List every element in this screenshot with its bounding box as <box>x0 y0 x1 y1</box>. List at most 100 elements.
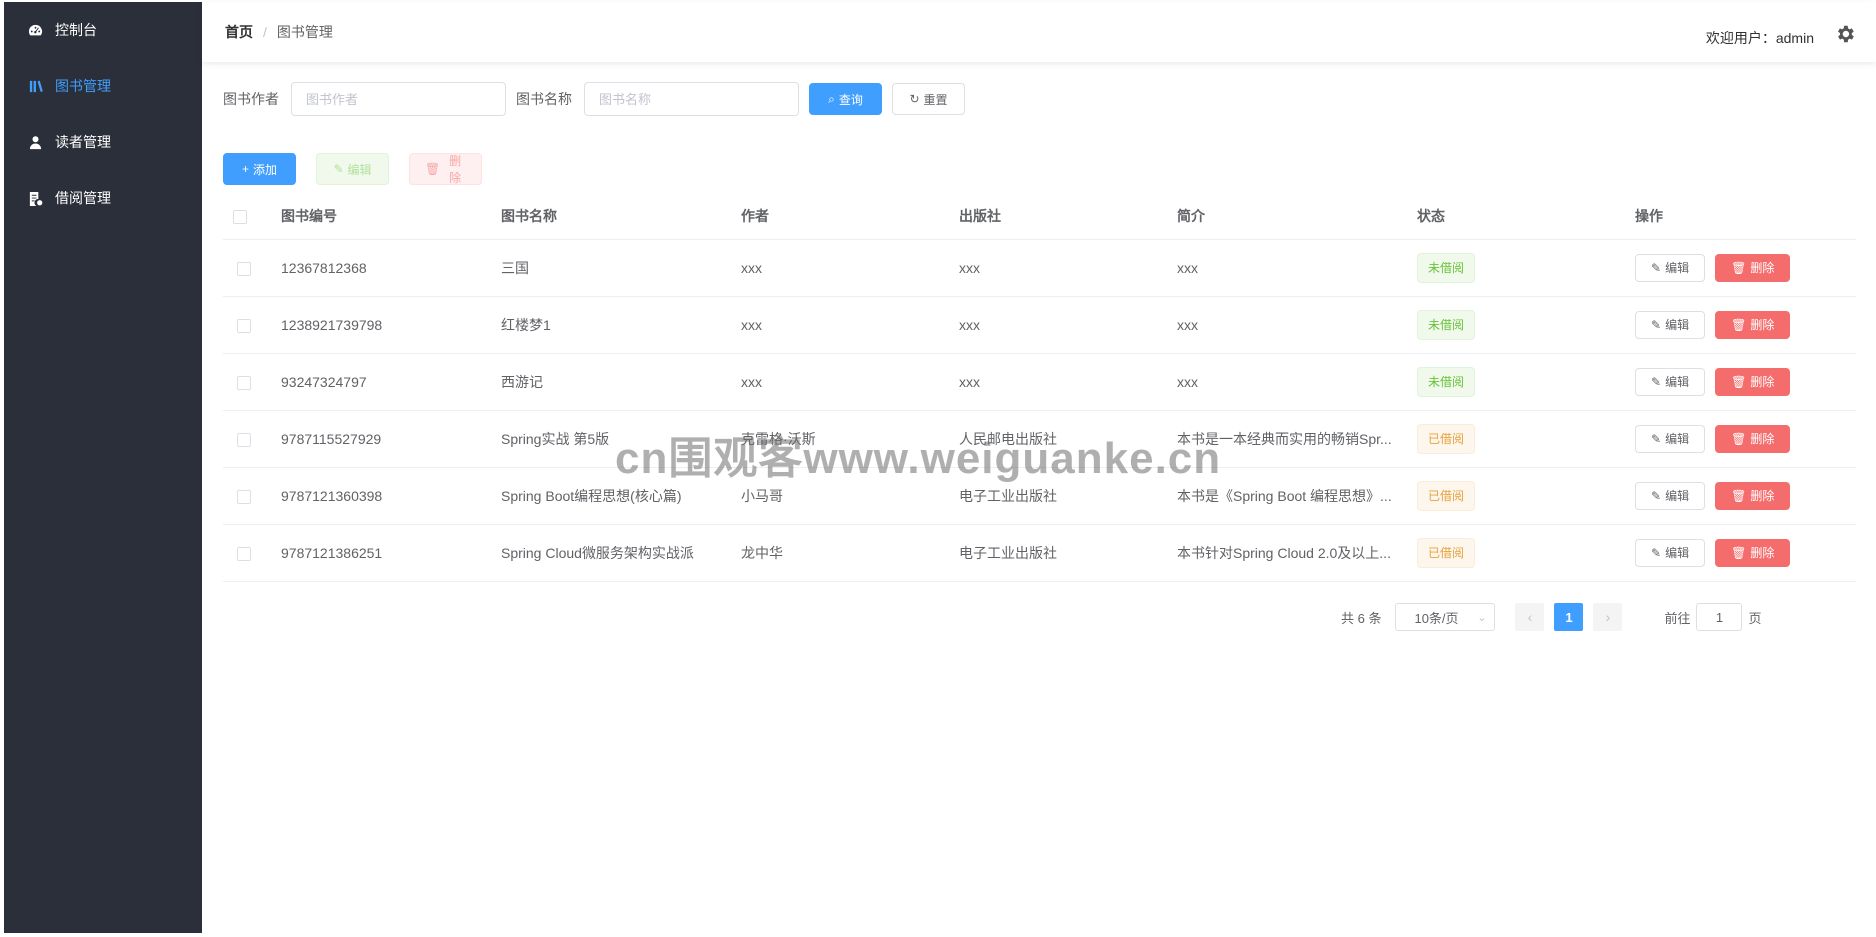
chevron-down-icon: ⌄ <box>1477 611 1487 624</box>
edit-icon: ✎ <box>1651 431 1662 446</box>
column-header: 图书编号 <box>281 193 501 240</box>
cell-status: 已借阅 <box>1417 410 1635 468</box>
batch-edit-button[interactable]: ✎ 编辑 <box>316 153 389 185</box>
cell-intro: xxx <box>1177 296 1417 354</box>
row-delete-label: 删除 <box>1750 489 1775 503</box>
trash-icon: 🗑 <box>1731 545 1747 560</box>
cell-book-id: 9787115527929 <box>281 410 501 468</box>
trash-icon: 🗑 <box>1731 374 1747 389</box>
jump-prefix: 前往 <box>1664 610 1691 626</box>
query-button[interactable]: ⌕ 查询 <box>809 83 882 115</box>
row-actions: ✎ 编辑 🗑 删除 <box>1635 424 1856 453</box>
row-checkbox[interactable] <box>237 261 251 276</box>
row-select-cell <box>223 524 281 582</box>
column-header: 出版社 <box>959 193 1177 240</box>
row-select-cell <box>223 239 281 297</box>
gear-icon[interactable] <box>1834 23 1856 45</box>
cell-publisher: 人民邮电出版社 <box>959 410 1177 468</box>
pagination: 共 6 条 10条/页 ⌄ ‹ 1 › 前往 页 <box>1341 603 1762 631</box>
author-label: 图书作者 <box>223 91 279 107</box>
batch-edit-button-label: 编辑 <box>347 162 372 177</box>
cell-publisher: 电子工业出版社 <box>959 524 1177 582</box>
intro-text: xxx <box>1177 316 1198 333</box>
row-edit-button[interactable]: ✎ 编辑 <box>1635 253 1706 282</box>
reset-button[interactable]: ↻ 重置 <box>892 83 965 115</box>
column-header: 作者 <box>741 193 959 240</box>
row-edit-button[interactable]: ✎ 编辑 <box>1635 481 1706 510</box>
row-actions: ✎ 编辑 🗑 删除 <box>1635 310 1856 339</box>
cell-intro: xxx <box>1177 353 1417 411</box>
author-search-input[interactable] <box>291 82 506 116</box>
book-icon <box>26 77 44 95</box>
sidebar-item-borrow[interactable]: 借阅管理 <box>4 170 202 226</box>
cell-publisher: xxx <box>959 239 1177 297</box>
sidebar-item-readers[interactable]: 读者管理 <box>4 114 202 170</box>
status-badge: 未借阅 <box>1417 309 1476 340</box>
welcome-user-text: 欢迎用户：admin <box>1705 30 1814 46</box>
dashboard-icon <box>26 21 44 39</box>
table-row: 9787121386251 Spring Cloud微服务架构实战派 龙中华 电… <box>223 524 1856 582</box>
cell-publisher: xxx <box>959 353 1177 411</box>
row-checkbox[interactable] <box>237 318 251 333</box>
row-edit-button[interactable]: ✎ 编辑 <box>1635 310 1706 339</box>
table-row: 9787121360398 Spring Boot编程思想(核心篇) 小马哥 电… <box>223 467 1856 525</box>
row-edit-button[interactable]: ✎ 编辑 <box>1635 424 1706 453</box>
column-header: 操作 <box>1635 193 1856 240</box>
cell-book-name: 三国 <box>501 239 741 297</box>
row-checkbox[interactable] <box>237 489 251 504</box>
row-delete-button[interactable]: 🗑 删除 <box>1715 424 1791 453</box>
page-jump-input[interactable] <box>1696 603 1743 631</box>
reset-button-label: 重置 <box>923 92 948 107</box>
row-checkbox[interactable] <box>237 375 251 390</box>
add-button[interactable]: + 添加 <box>223 153 296 185</box>
sidebar-item-books[interactable]: 图书管理 <box>4 58 202 114</box>
cell-publisher: xxx <box>959 296 1177 354</box>
row-checkbox[interactable] <box>237 432 251 447</box>
row-edit-button[interactable]: ✎ 编辑 <box>1635 538 1706 567</box>
action-toolbar: + 添加 ✎ 编辑 🗑 删除 <box>223 153 482 185</box>
cell-author: xxx <box>741 239 959 297</box>
chevron-right-icon: › <box>1605 609 1611 625</box>
table-row: 93247324797 西游记 xxx xxx xxx 未借阅 ✎ 编辑 🗑 删除 <box>223 353 1856 411</box>
prev-page-button[interactable]: ‹ <box>1515 603 1545 631</box>
page-number-button[interactable]: 1 <box>1554 603 1584 631</box>
edit-icon: ✎ <box>1651 545 1662 560</box>
batch-delete-button[interactable]: 🗑 删除 <box>409 153 482 185</box>
row-checkbox[interactable] <box>237 546 251 561</box>
jump-suffix: 页 <box>1748 610 1762 626</box>
edit-icon: ✎ <box>1651 317 1662 332</box>
sidebar: 控制台 图书管理 读者管理 借阅管理 <box>4 2 202 933</box>
cell-status: 已借阅 <box>1417 524 1635 582</box>
top-header: 首页 / 图书管理 欢迎用户：admin <box>202 2 1876 62</box>
cell-actions: ✎ 编辑 🗑 删除 <box>1635 296 1856 354</box>
column-header: 简介 <box>1177 193 1417 240</box>
row-delete-button[interactable]: 🗑 删除 <box>1715 538 1791 567</box>
cell-book-id: 93247324797 <box>281 353 501 411</box>
edit-icon: ✎ <box>333 162 344 176</box>
row-edit-button[interactable]: ✎ 编辑 <box>1635 367 1706 396</box>
row-edit-label: 编辑 <box>1665 375 1690 389</box>
row-select-cell <box>223 467 281 525</box>
select-all-checkbox[interactable] <box>233 209 247 224</box>
table-header-row: 图书编号 图书名称 作者 出版社 简介 状态 操作 <box>223 193 1856 240</box>
column-header: 状态 <box>1417 193 1635 240</box>
cell-author: xxx <box>741 353 959 411</box>
page-size-select[interactable]: 10条/页 ⌄ <box>1395 603 1496 631</box>
row-delete-button[interactable]: 🗑 删除 <box>1715 367 1791 396</box>
breadcrumb-home[interactable]: 首页 <box>225 22 253 42</box>
table-body: 12367812368 三国 xxx xxx xxx 未借阅 ✎ 编辑 🗑 删除 1… <box>223 239 1856 582</box>
row-edit-label: 编辑 <box>1665 318 1690 332</box>
sidebar-item-dashboard[interactable]: 控制台 <box>4 2 202 58</box>
next-page-button[interactable]: › <box>1593 603 1623 631</box>
row-delete-button[interactable]: 🗑 删除 <box>1715 253 1791 282</box>
row-delete-button[interactable]: 🗑 删除 <box>1715 481 1791 510</box>
cell-book-id: 9787121386251 <box>281 524 501 582</box>
row-delete-button[interactable]: 🗑 删除 <box>1715 310 1791 339</box>
row-delete-label: 删除 <box>1750 318 1775 332</box>
table-row: 9787115527929 Spring实战 第5版 克雷格·沃斯 人民邮电出版… <box>223 410 1856 468</box>
edit-icon: ✎ <box>1651 260 1662 275</box>
cell-actions: ✎ 编辑 🗑 删除 <box>1635 239 1856 297</box>
refresh-icon: ↻ <box>909 92 920 106</box>
book-name-search-input[interactable] <box>584 82 799 116</box>
search-icon: ⌕ <box>828 92 835 106</box>
